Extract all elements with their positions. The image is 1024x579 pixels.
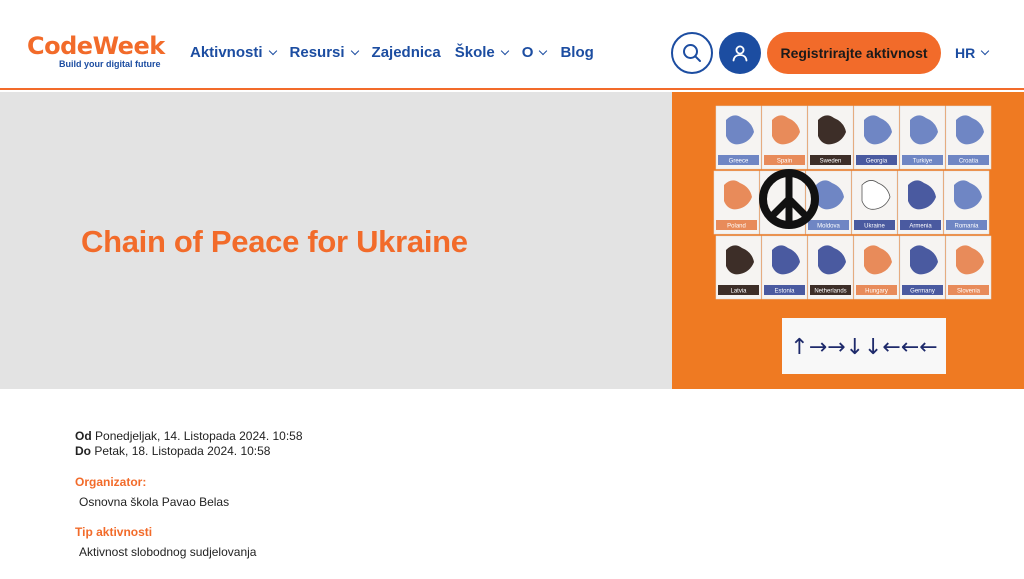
organizer-value: Osnovna škola Pavao Belas — [79, 495, 230, 509]
chevron-down-icon — [539, 46, 548, 55]
country-card-label: Sweden — [820, 159, 842, 165]
country-card: Georgia — [853, 105, 900, 170]
country-card-label: Romania — [954, 224, 979, 230]
nav-item-o[interactable]: O — [521, 44, 548, 61]
country-card: Turkiye — [899, 105, 946, 170]
nav-item-label: Resursi — [289, 44, 345, 61]
country-card: Estonia — [761, 235, 808, 300]
chevron-down-icon — [268, 46, 277, 55]
nav-item-zajednica[interactable]: Zajednica — [372, 44, 441, 61]
start-date-value: Ponedjeljak, 14. Listopada 2024. 10:58 — [95, 429, 303, 443]
nav-item-label: Blog — [560, 44, 594, 61]
activity-type-label: Tip aktivnosti — [75, 525, 153, 539]
country-card-label: Slovenia — [957, 289, 981, 295]
country-card-label: Spain — [777, 159, 792, 165]
arrow-sequence-card: ↑→→↓↓←←← — [782, 318, 946, 374]
activity-photo: Greece Spain Sweden Georgia Turkiye Croatia Po… — [672, 92, 1024, 389]
start-date: Od Ponedjeljak, 14. Listopada 2024. 10:5… — [75, 429, 303, 444]
country-card: Armenia — [897, 170, 944, 235]
country-card: Germany — [899, 235, 946, 300]
register-activity-button[interactable]: Registrirajte aktivnost — [767, 32, 941, 74]
nav-item-skole[interactable]: Škole — [454, 44, 510, 61]
country-card: Croatia — [945, 105, 992, 170]
hero-banner: Chain of Peace for Ukraine Greece Spain Sw… — [0, 92, 1024, 389]
end-date: Do Petak, 18. Listopada 2024. 10:58 — [75, 444, 303, 459]
country-card-label: Germany — [910, 289, 935, 295]
country-card: Slovenia — [945, 235, 992, 300]
chevron-down-icon — [500, 46, 510, 55]
chevron-down-icon — [350, 46, 359, 55]
language-selector[interactable]: HR — [955, 45, 990, 61]
logo-tagline: Build your digital future — [59, 59, 161, 69]
search-icon — [683, 44, 701, 62]
page-title: Chain of Peace for Ukraine — [81, 224, 468, 259]
nav-item-blog[interactable]: Blog — [560, 44, 593, 61]
country-card: Hungary — [853, 235, 900, 300]
country-card: Romania — [943, 170, 990, 235]
chevron-down-icon — [980, 46, 990, 56]
hero-title-panel: Chain of Peace for Ukraine — [0, 92, 672, 389]
activity-details: Od Ponedjeljak, 14. Listopada 2024. 10:5… — [75, 429, 303, 559]
country-card: Poland — [713, 170, 760, 235]
country-card-label: Ukraine — [864, 224, 885, 230]
country-card-label: Croatia — [959, 159, 979, 165]
nav-item-label: Škole — [454, 44, 495, 61]
main-nav: Aktivnosti Resursi Zajednica Škole O Blo… — [190, 44, 608, 61]
user-account-button[interactable] — [719, 32, 761, 74]
nav-item-label: Aktivnosti — [190, 44, 263, 61]
logo-week-text: Week — [92, 32, 166, 60]
country-card: Netherlands — [807, 235, 854, 300]
user-icon — [732, 45, 748, 62]
country-card-label: Latvia — [730, 289, 747, 295]
nav-item-label: O — [521, 44, 534, 61]
codeweek-logo[interactable]: CodeWeek Build your digital future — [27, 34, 165, 69]
nav-item-aktivnosti[interactable]: Aktivnosti — [190, 44, 277, 61]
nav-item-resursi[interactable]: Resursi — [289, 44, 359, 61]
country-card: Latvia — [715, 235, 762, 300]
country-card: Ukraine — [851, 170, 898, 235]
activity-type-value: Aktivnost slobodnog sudjelovanja — [79, 545, 257, 559]
arrow-sequence-text: ↑→→↓↓←←← — [790, 335, 937, 360]
nav-item-label: Zajednica — [371, 44, 441, 61]
country-card-label: Estonia — [774, 289, 795, 295]
logo-code-text: Code — [27, 32, 93, 60]
country-card-label: Hungary — [865, 289, 888, 295]
country-card-label: Greece — [729, 159, 749, 165]
country-card-label: Moldova — [817, 224, 840, 230]
language-label: HR — [955, 45, 976, 61]
country-card-label: Armenia — [909, 224, 932, 230]
country-card: Sweden — [807, 105, 854, 170]
organizer-label: Organizator: — [75, 475, 147, 489]
country-card-label: Turkiye — [913, 159, 933, 165]
country-card-label: Netherlands — [814, 289, 846, 295]
country-card-label: Poland — [727, 224, 746, 230]
end-date-value: Petak, 18. Listopada 2024. 10:58 — [94, 444, 271, 458]
activity-photo-drawing: Greece Spain Sweden Georgia Turkiye Croatia Po… — [672, 92, 1024, 389]
country-card: Spain — [761, 105, 808, 170]
search-button[interactable] — [671, 32, 713, 74]
country-card-label: Georgia — [866, 159, 888, 165]
start-date-label: Od — [75, 429, 92, 443]
end-date-label: Do — [75, 444, 91, 458]
site-header: CodeWeek Build your digital future Aktiv… — [0, 0, 1024, 90]
country-card: Greece — [715, 105, 762, 170]
